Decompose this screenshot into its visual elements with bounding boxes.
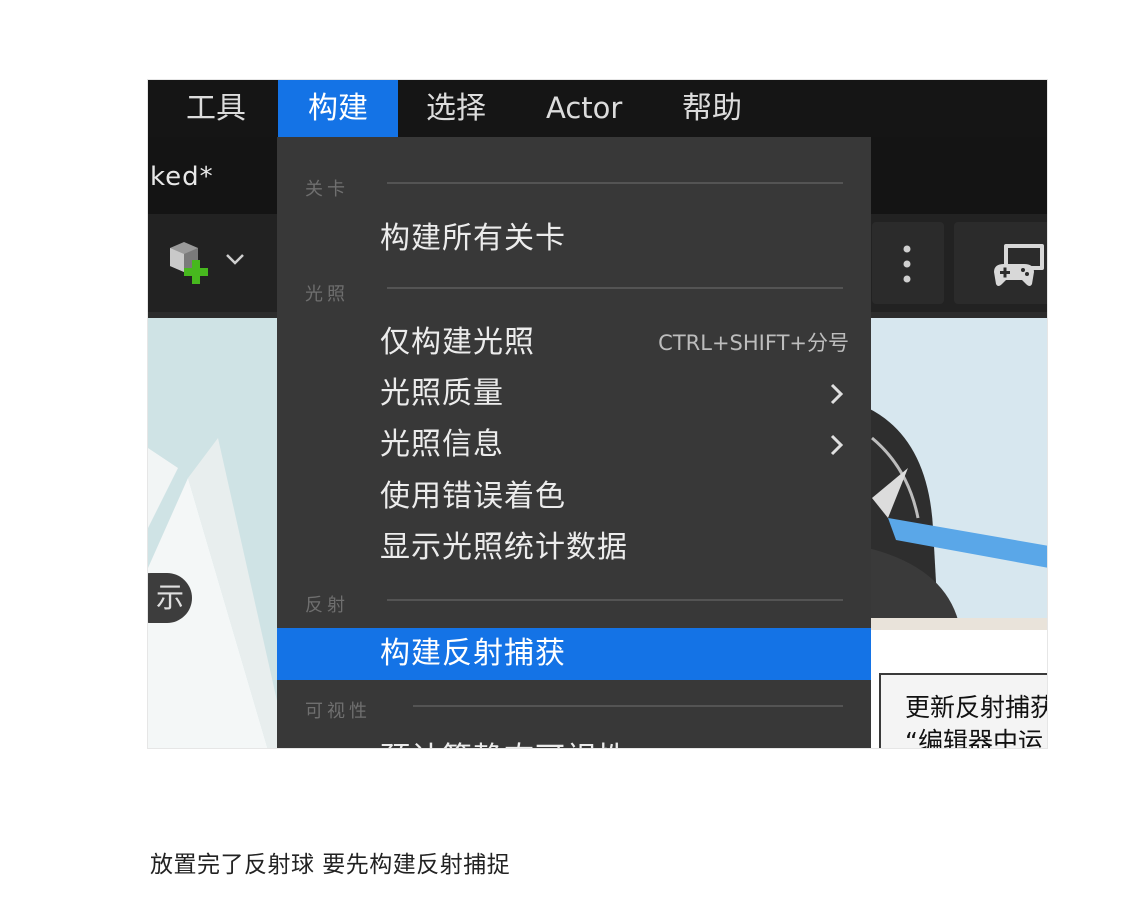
menu-item-show-lighting-stats[interactable]: 显示光照统计数据 (277, 522, 871, 574)
section-divider (387, 599, 843, 601)
menu-bar: 工具 构建 选择 Actor 帮助 (148, 80, 1047, 137)
menu-build[interactable]: 构建 (278, 80, 398, 137)
play-mode-button[interactable] (954, 222, 1047, 304)
level-tab-title[interactable]: ked* (150, 162, 214, 192)
shortcut-label: CTRL+SHIFT+分号 (658, 331, 849, 355)
section-header-visibility: 可视性 (305, 701, 371, 722)
tooltip-line-1: 更新反射捕获 (905, 693, 1048, 722)
menu-item-label: 光照质量 (380, 376, 504, 411)
menu-item-precompute-static-visibility[interactable]: 预计算静态可视性 (277, 733, 871, 748)
section-header-level: 关卡 (305, 179, 349, 200)
menu-select[interactable]: 选择 (426, 80, 486, 137)
menu-item-lighting-info[interactable]: 光照信息 (277, 419, 871, 471)
menu-actor[interactable]: Actor (546, 80, 622, 137)
menu-item-label: 仅构建光照 (380, 325, 535, 360)
chevron-down-icon[interactable] (224, 252, 246, 268)
menu-tools[interactable]: 工具 (186, 80, 246, 137)
tooltip: 更新反射捕获 “编辑器中运 (879, 673, 1048, 749)
build-dropdown-menu: 关卡 构建所有关卡 光照 仅构建光照 CTRL+SHIFT+分号 光照质量 光照… (277, 137, 871, 748)
section-divider (387, 182, 843, 184)
menu-item-lighting-quality[interactable]: 光照质量 (277, 368, 871, 420)
section-header-lighting: 光照 (305, 284, 349, 305)
chevron-right-icon (823, 381, 849, 407)
menu-item-label: 预计算静态可视性 (380, 733, 628, 748)
show-pill-label: 示 (155, 581, 184, 614)
menu-item-label: 构建反射捕获 (380, 636, 566, 671)
menu-item-build-all-levels[interactable]: 构建所有关卡 (277, 213, 871, 265)
article-caption: 放置完了反射球 要先构建反射捕捉 (150, 852, 511, 878)
editor-screenshot: 工具 构建 选择 Actor 帮助 ked* 示 更新反射捕获 “编辑器中运 关… (147, 79, 1048, 749)
more-vertical-icon (902, 244, 912, 284)
menu-item-build-reflection-captures[interactable]: 构建反射捕获 (277, 628, 871, 680)
menu-item-label: 光照信息 (380, 427, 504, 462)
section-header-reflection: 反射 (305, 595, 349, 616)
section-divider (387, 287, 843, 289)
menu-item-build-lighting-only[interactable]: 仅构建光照 CTRL+SHIFT+分号 (277, 317, 871, 369)
add-actor-icon[interactable] (164, 236, 224, 290)
chevron-right-icon (823, 432, 849, 458)
menu-item-use-error-coloring[interactable]: 使用错误着色 (277, 471, 871, 523)
menu-item-label: 显示光照统计数据 (380, 530, 628, 565)
gamepad-monitor-icon (990, 242, 1046, 290)
more-options-button[interactable] (872, 222, 944, 304)
section-divider (413, 705, 843, 707)
menu-item-label: 构建所有关卡 (380, 221, 566, 256)
menu-item-label: 使用错误着色 (380, 479, 566, 514)
menu-help[interactable]: 帮助 (682, 80, 742, 137)
tooltip-line-2: “编辑器中运 (905, 727, 1043, 749)
